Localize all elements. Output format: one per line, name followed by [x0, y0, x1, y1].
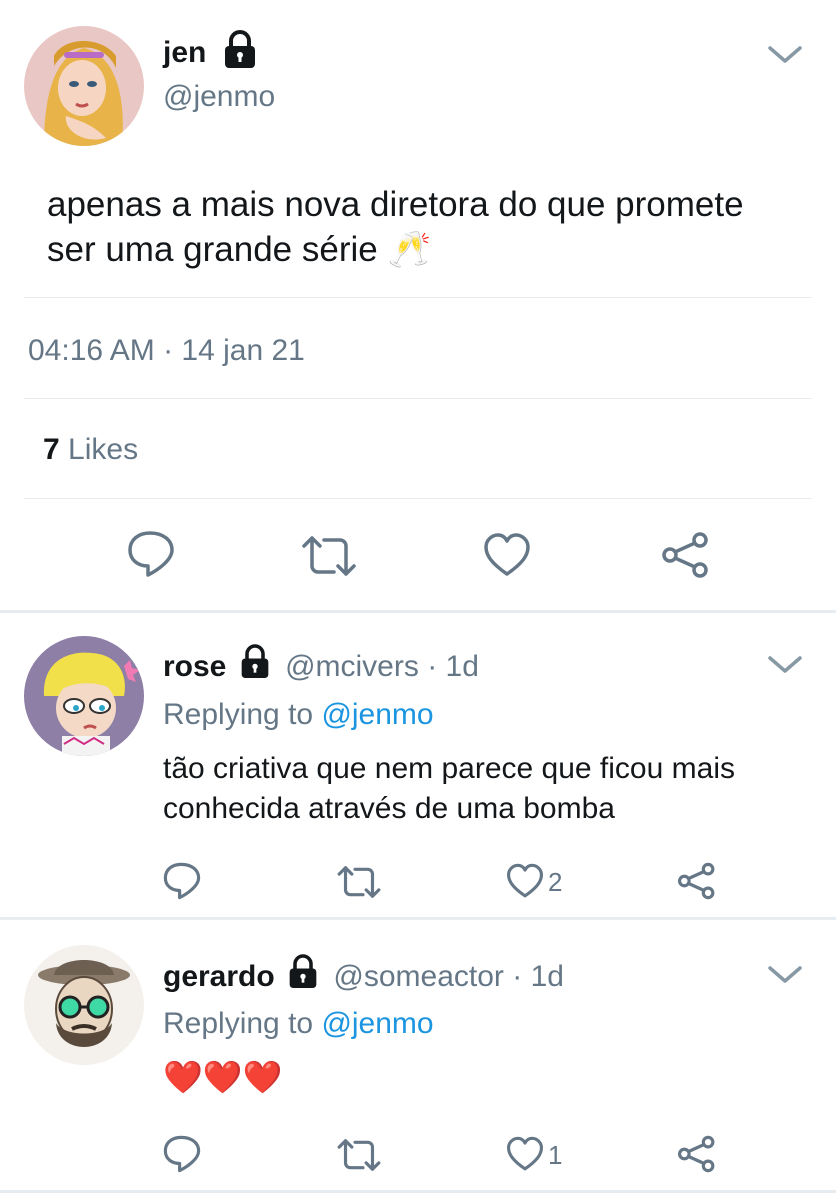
chevron-down-icon[interactable] — [767, 964, 803, 991]
handle[interactable]: @mcivers — [285, 650, 419, 683]
chevron-down-icon[interactable] — [767, 654, 803, 681]
retweet-icon[interactable] — [336, 864, 382, 905]
handle[interactable]: @someactor — [333, 960, 504, 993]
divider — [24, 297, 812, 298]
divider — [24, 498, 812, 499]
replying-handle-link[interactable]: @jenmo — [321, 698, 433, 731]
divider — [24, 398, 812, 399]
replying-handle-link[interactable]: @jenmo — [321, 1007, 433, 1040]
retweet-icon[interactable] — [336, 1137, 382, 1178]
reply-text: ❤️❤️❤️ — [163, 1059, 283, 1095]
like-icon[interactable] — [506, 1136, 544, 1177]
retweet-icon[interactable] — [300, 534, 358, 583]
likes-label: Likes — [68, 433, 139, 466]
lock-icon — [287, 954, 319, 998]
reply-age: · 1d — [512, 959, 564, 993]
reply-text: tão criativa que nem parece que ficou ma… — [163, 752, 735, 825]
display-name[interactable]: jen — [163, 36, 206, 70]
avatar-gerardo[interactable] — [24, 945, 144, 1065]
reply-icon[interactable] — [162, 862, 202, 905]
replying-prefix: Replying to — [163, 1007, 314, 1040]
share-icon[interactable] — [676, 1135, 718, 1178]
reply-header: rose @mcivers · 1d — [163, 644, 479, 692]
section-divider — [0, 1190, 836, 1193]
reply-icon[interactable] — [126, 530, 176, 583]
likes-count: 7 — [43, 433, 60, 466]
like-icon[interactable] — [506, 863, 544, 904]
display-name[interactable]: rose — [163, 650, 226, 683]
replying-to: Replying to @jenmo — [163, 698, 434, 732]
handle[interactable]: @jenmo — [163, 80, 275, 114]
tweet-text: apenas a mais nova diretora do que prome… — [47, 185, 744, 269]
like-count: 1 — [548, 1140, 563, 1170]
reply-icon[interactable] — [162, 1135, 202, 1178]
avatar-rose[interactable] — [24, 636, 144, 756]
replying-prefix: Replying to — [163, 698, 314, 731]
section-divider — [0, 610, 836, 613]
replying-to: Replying to @jenmo — [163, 1007, 434, 1041]
reply-age: · 1d — [427, 649, 479, 683]
display-name[interactable]: gerardo — [163, 960, 275, 993]
likes-stat[interactable]: 7 Likes — [43, 433, 138, 467]
share-icon[interactable] — [660, 531, 712, 584]
avatar-jen[interactable] — [24, 26, 144, 146]
lock-icon — [222, 30, 258, 75]
timestamp[interactable]: 04:16 AM · 14 jan 21 — [28, 334, 305, 368]
reply-header: gerardo @someactor · 1d — [163, 954, 564, 1002]
like-icon[interactable] — [483, 532, 531, 583]
lock-icon — [239, 644, 271, 688]
chevron-down-icon[interactable] — [767, 44, 803, 71]
section-divider — [0, 917, 836, 920]
like-count: 2 — [548, 867, 563, 897]
share-icon[interactable] — [676, 862, 718, 905]
